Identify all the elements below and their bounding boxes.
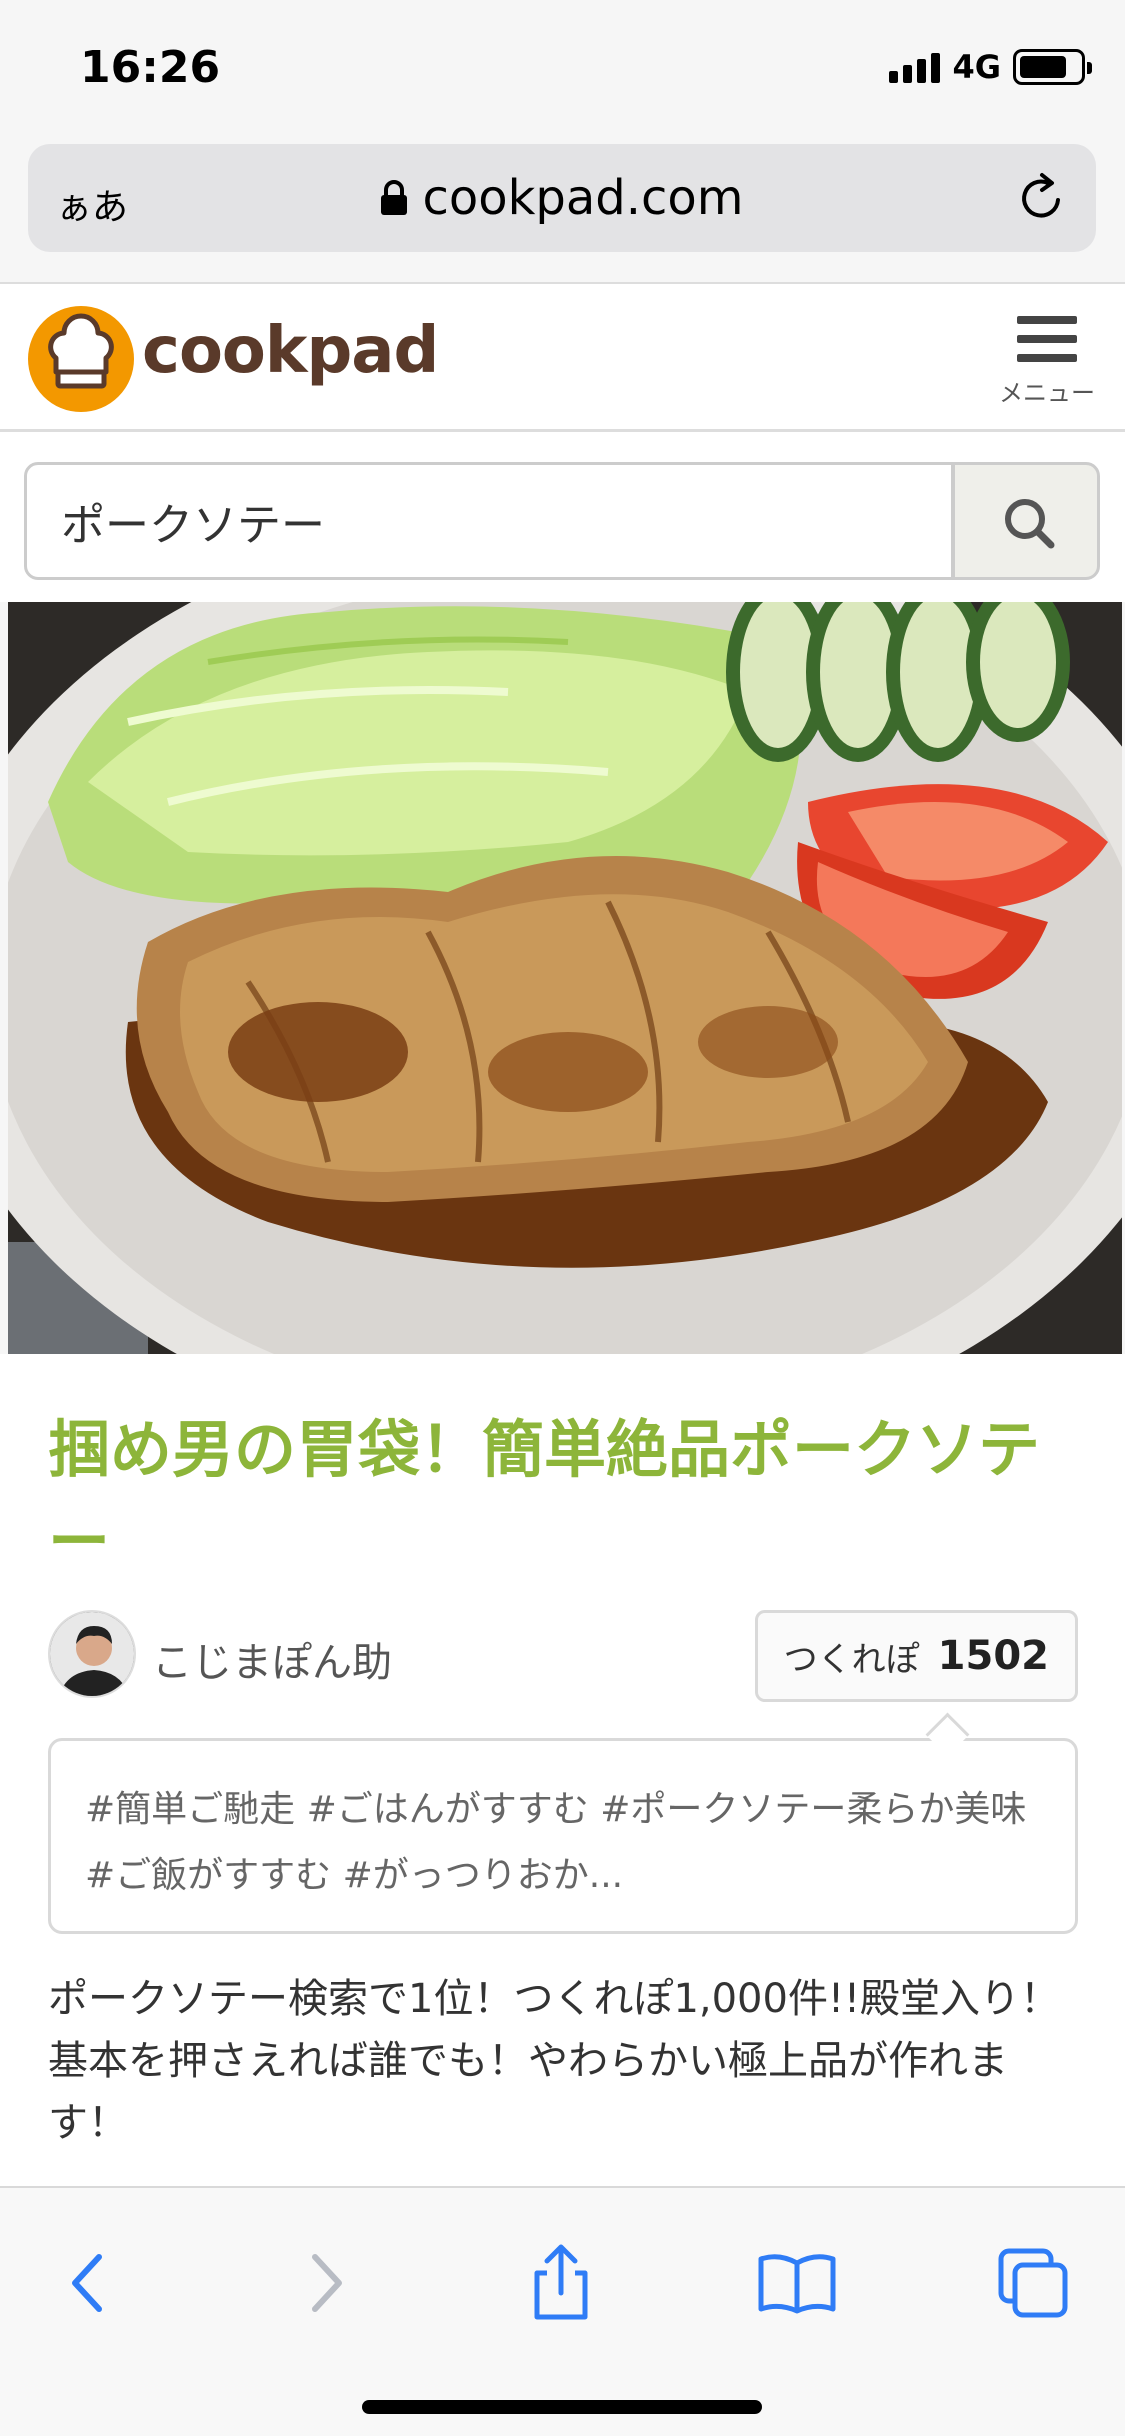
tsukurepo-badge[interactable]: つくれぽ 1502 — [754, 1610, 1078, 1702]
status-bar: 16:26 4G — [0, 0, 1125, 140]
chef-hat-logo-icon[interactable] — [28, 306, 134, 412]
share-button[interactable] — [516, 2238, 606, 2328]
back-icon — [72, 2254, 102, 2312]
description-line: 基本を押さえれば誰でも！やわらかい極上品が作れます！ — [48, 2038, 1008, 2146]
hamburger-icon — [997, 316, 1097, 362]
signal-icon — [889, 51, 941, 83]
recipe-description: ポークソテー検索で1位！つくれぽ1,000件!!殿堂入り！ 基本を押さえれば誰で… — [48, 1968, 1078, 2154]
recipe-title: 掴め男の胃袋！簡単絶品ポークソテー — [48, 1413, 1041, 1578]
recipe-photo[interactable] — [8, 602, 1122, 1354]
browser-toolbar — [0, 2186, 1125, 2436]
battery-icon — [1013, 49, 1092, 85]
tsukurepo-label: つくれぽ — [783, 1639, 920, 1680]
search-icon — [1005, 499, 1055, 549]
address-bar[interactable]: ぁあ cookpad.com — [28, 144, 1096, 252]
tsukurepo-count: 1502 — [937, 1633, 1049, 1679]
menu-label: メニュー — [999, 379, 1095, 407]
search-button[interactable] — [952, 462, 1100, 580]
forward-button[interactable] — [282, 2238, 372, 2328]
search-input[interactable] — [24, 462, 954, 580]
search-area — [0, 432, 1125, 602]
forward-icon — [312, 2254, 342, 2312]
status-indicators: 4G — [889, 48, 1092, 86]
description-line: ポークソテー検索で1位！つくれぽ1,000件!!殿堂入り！ — [48, 1976, 1061, 2022]
author-avatar[interactable] — [48, 1610, 136, 1698]
site-logo[interactable]: cookpad — [142, 314, 439, 388]
tabs-icon — [998, 2248, 1068, 2318]
author-row: こじまぽん助 つくれぽ 1502 — [48, 1610, 1078, 1702]
tabs-button[interactable] — [988, 2238, 1078, 2328]
status-time: 16:26 — [80, 42, 221, 93]
bookmarks-icon — [758, 2254, 836, 2314]
hashtags-box[interactable]: #簡単ご馳走 #ごはんがすすむ #ポークソテー柔らか美味 #ご飯がすすむ #がっ… — [48, 1738, 1078, 1934]
network-type: 4G — [952, 48, 1001, 86]
url-display[interactable]: cookpad.com — [28, 170, 1096, 226]
recipe-content: 掴め男の胃袋！簡単絶品ポークソテー こじまぽん助 つくれぽ 1502 #簡単ご馳… — [0, 1354, 1125, 2186]
menu-button[interactable]: メニュー — [997, 316, 1097, 408]
hashtags-text: #簡単ご馳走 #ごはんがすすむ #ポークソテー柔らか美味 #ご飯がすすむ #がっ… — [85, 1789, 1027, 1896]
url-text: cookpad.com — [422, 170, 744, 226]
share-icon — [534, 2244, 588, 2320]
lock-icon — [381, 180, 408, 215]
home-indicator[interactable] — [362, 2400, 762, 2414]
bookmarks-button[interactable] — [752, 2238, 842, 2328]
site-header: cookpad メニュー — [0, 282, 1125, 432]
reload-icon[interactable] — [1014, 170, 1070, 226]
author-name[interactable]: こじまぽん助 — [152, 1630, 392, 1688]
back-button[interactable] — [42, 2238, 132, 2328]
